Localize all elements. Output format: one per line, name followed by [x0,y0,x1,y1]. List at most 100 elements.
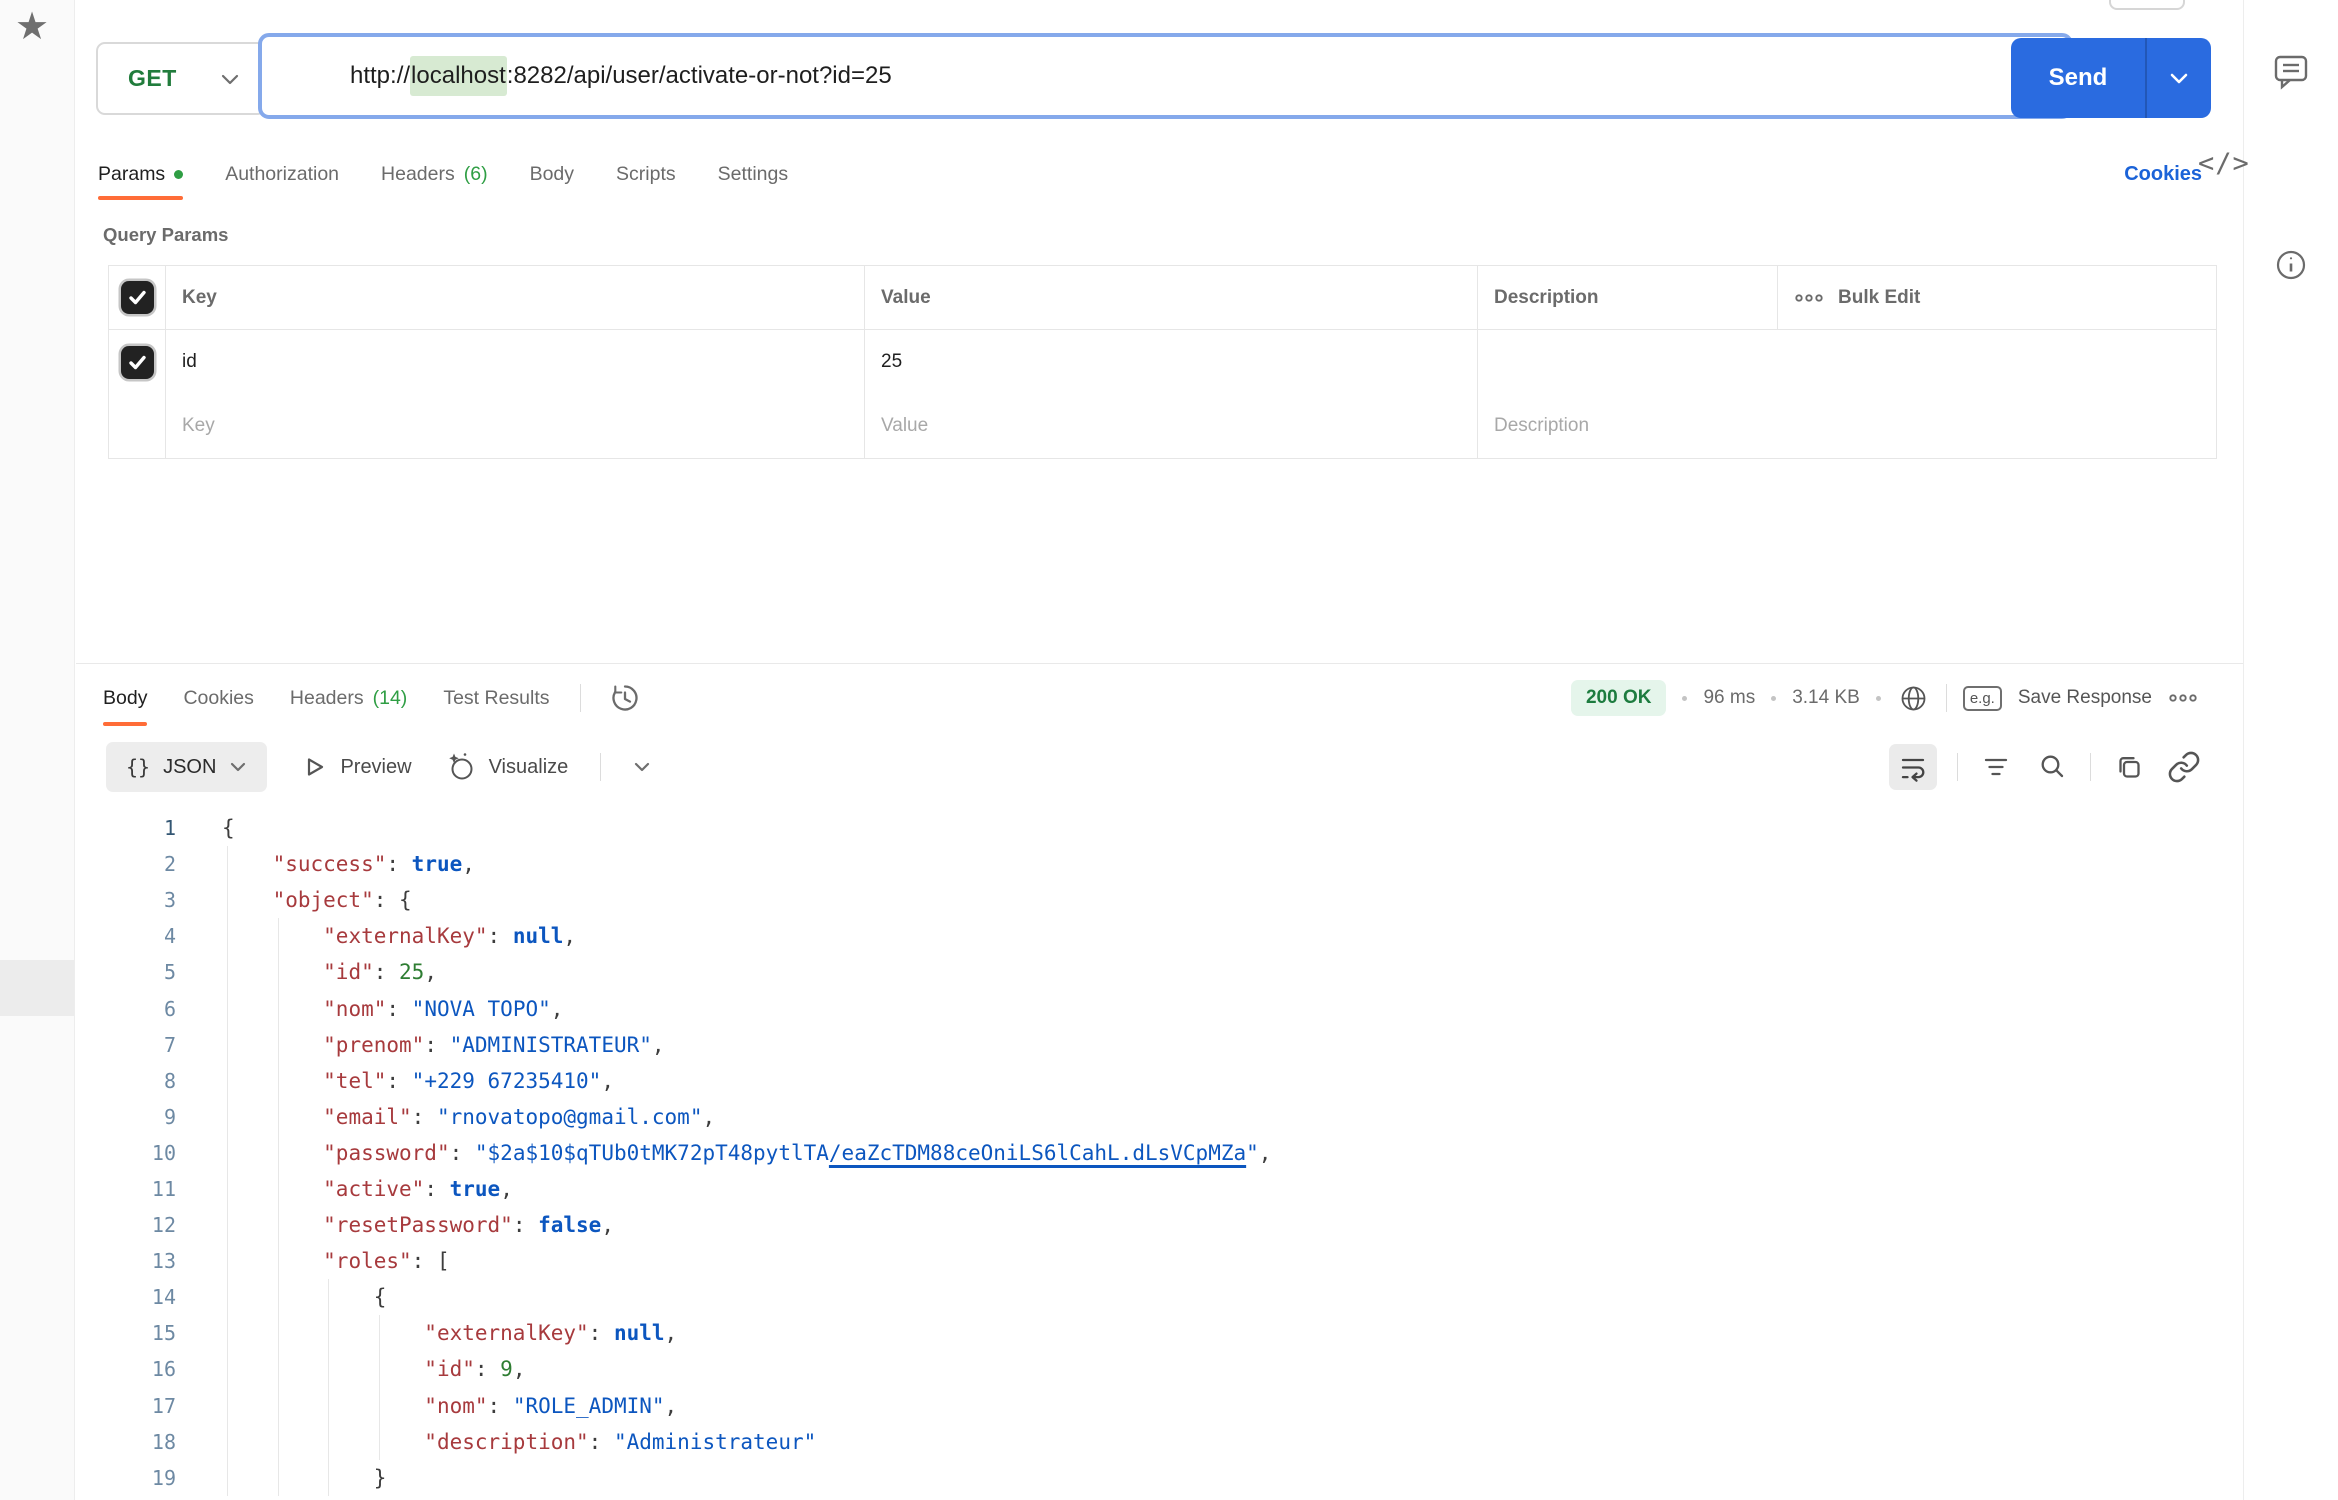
indent-guide [227,1460,228,1496]
key-input[interactable]: id [165,330,864,394]
tab-count-badge: (14) [373,687,408,710]
indent-guide [278,1099,279,1135]
method-select[interactable]: GET [96,42,266,115]
preview-button[interactable]: Preview [299,752,411,782]
indent-guide [278,954,279,990]
pane-divider[interactable] [76,663,2243,664]
right-rail: </> [2243,0,2338,1500]
indent-guide [227,1351,228,1387]
code-text: "id": 9, [222,1357,525,1381]
response-size: 3.14 KB [1792,687,1860,709]
visualize-button[interactable]: Visualize [444,750,569,784]
favorite-star-icon[interactable]: ★ [15,8,49,46]
search-icon[interactable] [2034,749,2070,785]
code-line: 3 "object": { [76,882,2241,918]
description-input[interactable]: Description [1477,394,2216,458]
value-input[interactable]: Value [864,394,1477,458]
tab-label: Body [530,163,574,186]
chevron-down-icon[interactable] [633,761,651,773]
row-checkbox-cell [109,394,165,458]
row-checkbox-cell[interactable] [109,330,165,394]
request-tab-params[interactable]: Params [98,146,183,202]
wrap-text-button[interactable] [1889,744,1937,790]
row-checkbox[interactable] [121,346,154,379]
request-tab-settings[interactable]: Settings [718,146,788,202]
key-input[interactable]: Key [165,394,864,458]
link-icon[interactable] [2167,750,2201,784]
line-number: 8 [76,1069,176,1093]
url-input[interactable]: http://localhost:8282/api/user/activate-… [258,33,2073,119]
dot-separator [1682,696,1687,701]
response-tab-test-results[interactable]: Test Results [443,668,549,728]
indent-guide [227,1243,228,1279]
cookies-link[interactable]: Cookies [2124,146,2202,202]
sparkle-icon [444,750,478,784]
response-tab-cookies[interactable]: Cookies [183,668,253,728]
left-rail: ★ [0,0,75,1500]
tab-label: Cookies [183,687,253,710]
code-line: 6 "nom": "NOVA TOPO", [76,990,2241,1026]
filter-icon[interactable] [1978,749,2014,785]
save-response-button[interactable]: Save Response [2018,687,2152,709]
indent-guide [227,1027,228,1063]
request-tab-body[interactable]: Body [530,146,574,202]
comments-icon[interactable] [2272,52,2310,92]
indent-guide [227,990,228,1026]
send-options-caret[interactable] [2147,38,2211,118]
tab-count-badge: (6) [464,163,488,186]
request-tab-authorization[interactable]: Authorization [225,146,339,202]
indent-guide [278,918,279,954]
bulk-edit-button[interactable]: Bulk Edit [1777,266,2216,329]
indent-guide [328,1460,329,1496]
info-icon[interactable] [2272,246,2310,284]
code-text: "roles": [ [222,1249,450,1273]
response-viewer-toolbar: {} JSON Preview Visualize [106,741,651,793]
request-tab-headers[interactable]: Headers (6) [381,146,488,202]
indent-guide [328,1279,329,1315]
indent-guide [278,1063,279,1099]
play-icon [299,752,329,782]
code-line: 1{ [76,810,2241,846]
response-history-icon[interactable] [607,680,643,716]
main-panel: GET http://localhost:8282/api/user/activ… [76,0,2243,1500]
dot-separator [1771,696,1776,701]
tab-label: Authorization [225,163,339,186]
indent-guide [328,1351,329,1387]
code-text: "nom": "ROLE_ADMIN", [222,1394,677,1418]
more-dots-icon[interactable] [2168,692,2198,704]
code-line: 19 } [76,1460,2241,1496]
select-all-checkbox[interactable] [121,281,154,314]
response-tab-body[interactable]: Body [103,668,147,728]
request-tab-scripts[interactable]: Scripts [616,146,676,202]
response-tab-headers[interactable]: Headers(14) [290,668,407,728]
line-number: 11 [76,1177,176,1201]
format-select[interactable]: {} JSON [106,742,267,792]
select-all-cell[interactable] [109,266,165,329]
query-param-placeholder-row: Key Value Description [109,394,2216,458]
value-input[interactable]: 25 [864,330,1477,394]
code-line: 15 "externalKey": null, [76,1315,2241,1351]
code-line: 13 "roles": [ [76,1243,2241,1279]
response-body-editor[interactable]: 1{2 "success": true,3 "object": {4 "exte… [76,810,2241,1500]
description-input[interactable] [1477,330,2216,394]
send-button[interactable]: Send [2011,38,2211,118]
indent-guide [278,1171,279,1207]
tab-label: Headers [381,163,455,186]
format-label: JSON [163,756,216,779]
line-number: 7 [76,1033,176,1057]
copy-icon[interactable] [2111,749,2147,785]
line-number: 14 [76,1285,176,1309]
code-text: "nom": "NOVA TOPO", [222,997,563,1021]
example-icon[interactable]: e.g. [1963,686,2002,711]
column-header-key: Key [165,266,864,329]
network-globe-icon[interactable] [1897,682,1930,715]
code-text: "success": true, [222,852,475,876]
code-line: 9 "email": "rnovatopo@gmail.com", [76,1099,2241,1135]
code-text: "description": "Administrateur" [222,1430,816,1454]
line-number: 17 [76,1394,176,1418]
code-line: 8 "tel": "+229 67235410", [76,1063,2241,1099]
code-text: } [222,1466,386,1490]
line-number: 10 [76,1141,176,1165]
indent-guide [278,1027,279,1063]
code-text: "email": "rnovatopo@gmail.com", [222,1105,715,1129]
